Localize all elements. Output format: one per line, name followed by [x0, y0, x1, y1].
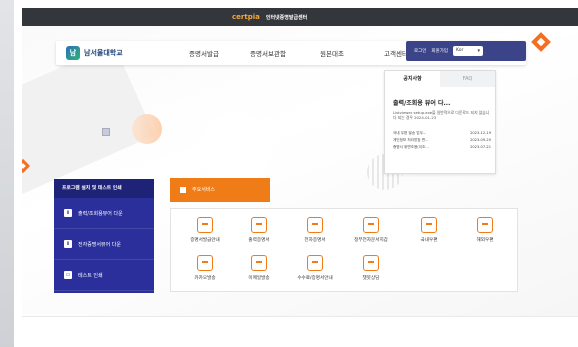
menu-item-viewer-download[interactable]: ⬇ 출력/조회용뷰어 다운 — [54, 198, 154, 229]
service-cert-guide[interactable]: 증명서발급안내 — [179, 211, 231, 251]
menu-item-label: 출력/조회용뷰어 다운 — [78, 210, 123, 217]
menu-item-label: 전자증명서뷰어 다운 — [78, 241, 121, 248]
notice-item-title: 국내 우편 발송 업무... — [393, 131, 427, 135]
notice-item-date: 2023-09-20 — [470, 138, 491, 142]
hero-white-circle — [200, 112, 272, 184]
hero-square — [102, 128, 110, 136]
notice-tabs: 공지사항 FAQ — [385, 71, 495, 87]
program-menu-title: 프로그램 설치 및 테스트 인쇄 — [54, 179, 154, 198]
tab-notice[interactable]: 공지사항 — [385, 71, 440, 87]
service-label: 카카오발송 — [194, 276, 216, 281]
service-e-cert[interactable]: 전자증명서 — [289, 211, 341, 251]
university-name: 남서울대학교 — [84, 49, 123, 57]
service-label: 정부전자문서지갑 — [354, 238, 388, 243]
certpia-logo: certpia — [232, 13, 260, 21]
list-document-icon — [307, 255, 323, 271]
service-gov-wallet[interactable]: 정부전자문서지갑 — [345, 211, 397, 251]
left-rail-shade — [0, 0, 14, 347]
university-logo[interactable]: 남 남서울대학교 — [66, 46, 123, 60]
notice-item-title: 증명서 위변조용(이조... — [393, 145, 429, 149]
robot-icon — [363, 255, 379, 271]
user-box: 로그인 회원가입 Kor ▾ — [406, 41, 526, 61]
service-label: 전자증명서 — [304, 238, 326, 243]
language-value: Kor — [455, 48, 464, 53]
wallet-document-icon — [363, 217, 379, 233]
menu-item-test-print[interactable]: ▭ 테스트 인쇄 — [54, 260, 154, 291]
site-name: 인터넷증명발급센터 — [265, 14, 308, 21]
brand[interactable]: certpia 인터넷증명발급센터 — [232, 11, 307, 23]
download-icon: ⬇ — [64, 240, 72, 248]
notice-item-date: 2023-12-19 — [470, 131, 491, 135]
footer-divider — [22, 316, 578, 317]
chat-document-icon — [197, 255, 213, 271]
main-services-title: 주요서비스 — [192, 187, 216, 193]
services-grid: 증명서발급안내 출력증명서 전자증명서 정부전자문서지갑 국내우편 해외우편 카… — [170, 208, 518, 292]
globe-envelope-icon — [477, 217, 493, 233]
service-email-send[interactable]: 이메일발송 — [233, 249, 285, 289]
notice-row[interactable]: 증명서 위변조용(이조... 2023-07-21 — [393, 145, 491, 152]
notice-headline[interactable]: 출력/조회용 뷰어 다... — [393, 98, 450, 107]
service-label: 챗봇상담 — [362, 276, 380, 281]
service-label: 이메일발송 — [248, 276, 270, 281]
signup-link[interactable]: 회원가입 — [431, 48, 448, 54]
university-emblem-icon: 남 — [66, 46, 80, 60]
hero-orange-circle — [132, 114, 162, 144]
service-label: 해외우편 — [476, 238, 494, 243]
notice-item-title: 개인정보 처리방침 변... — [393, 138, 429, 142]
main-services-header: 주요서비스 — [170, 178, 270, 202]
mail-icon — [251, 255, 267, 271]
service-label: 증명서발급안내 — [190, 238, 220, 243]
main-nav: 증명서발급 증명서보관함 원본대조 고객센터 — [172, 48, 428, 58]
nav-item-certificate-issue[interactable]: 증명서발급 — [172, 48, 236, 58]
service-label: 국내우편 — [420, 238, 438, 243]
printer-icon: ▭ — [64, 271, 72, 279]
envelope-icon — [421, 217, 437, 233]
download-icon: ⬇ — [64, 209, 72, 217]
browser-frame: certpia 인터넷증명발급센터 남 남서울대학교 증명서발급 증명서보관함 … — [22, 0, 578, 347]
search-document-icon — [197, 217, 213, 233]
nav-item-original-compare[interactable]: 원본대조 — [300, 48, 364, 58]
service-chatbot[interactable]: 챗봇상담 — [345, 249, 397, 289]
login-link[interactable]: 로그인 — [414, 48, 426, 54]
program-menu: 프로그램 설치 및 테스트 인쇄 ⬇ 출력/조회용뷰어 다운 ⬇ 전자증명서뷰어… — [54, 179, 154, 293]
document-icon — [251, 217, 267, 233]
e-document-icon — [307, 217, 323, 233]
grid-icon — [180, 187, 186, 193]
service-print-cert[interactable]: 출력증명서 — [233, 211, 285, 251]
notice-row[interactable]: 개인정보 처리방침 변... 2023-09-20 — [393, 138, 491, 145]
nav-item-certificate-box[interactable]: 증명서보관함 — [236, 48, 300, 58]
language-select[interactable]: Kor ▾ — [452, 46, 483, 56]
service-overseas-mail[interactable]: 해외우편 — [459, 211, 511, 251]
tab-faq[interactable]: FAQ — [440, 71, 495, 87]
notice-item-date: 2023-07-21 — [470, 145, 491, 149]
notice-list: 국내 우편 발송 업무... 2023-12-19 개인정보 처리방침 변...… — [393, 131, 491, 152]
left-rail — [0, 0, 14, 347]
service-fee-guide[interactable]: 수수료/증명서안내 — [289, 249, 341, 289]
header-nav: 남 남서울대학교 증명서발급 증명서보관함 원본대조 고객센터 로그인 회원가입… — [56, 41, 526, 65]
service-domestic-mail[interactable]: 국내우편 — [403, 211, 455, 251]
service-label: 수수료/증명서안내 — [297, 276, 333, 281]
notice-row[interactable]: 국내 우편 발송 업무... 2023-12-19 — [393, 131, 491, 138]
notice-panel: 공지사항 FAQ 출력/조회용 뷰어 다... Listviewer setup… — [384, 70, 496, 174]
notice-description: Listviewer setup.exe을 일반적으로 다운로드 되지 않습니다… — [393, 110, 490, 121]
chevron-down-icon: ▾ — [477, 48, 480, 54]
menu-item-e-cert-viewer-download[interactable]: ⬇ 전자증명서뷰어 다운 — [54, 229, 154, 260]
service-kakao-send[interactable]: 카카오발송 — [179, 249, 231, 289]
menu-item-label: 테스트 인쇄 — [78, 272, 103, 279]
service-label: 출력증명서 — [248, 238, 270, 243]
top-bar: certpia 인터넷증명발급센터 — [22, 8, 578, 26]
left-rail-gap — [14, 0, 18, 347]
